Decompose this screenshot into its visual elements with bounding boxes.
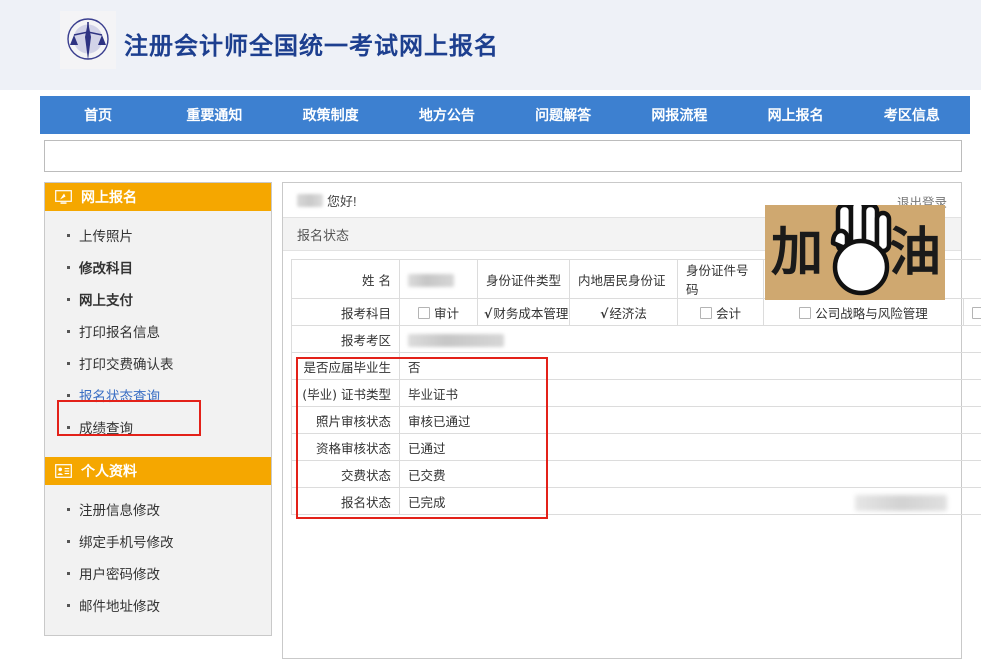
table-row-payment: 交费状态 已交费 [292, 461, 981, 488]
encouragement-sticker: 加 油 [765, 205, 945, 300]
label-certificate-type: (毕业) 证书类型 [292, 380, 400, 407]
table-row-subjects: 报考科目 审计 √财务成本管理 √经济法 会计 [292, 299, 981, 326]
table-row-certificate-type: (毕业) 证书类型 毕业证书 [292, 380, 981, 407]
subject-label-economic-law: 经济法 [609, 306, 647, 321]
label-id-type: 身份证件类型 [478, 260, 570, 299]
subject-label-audit: 审计 [434, 306, 459, 321]
sidebar-item-online-payment[interactable]: 网上支付 [45, 285, 271, 317]
sidebar-item-status-query[interactable]: 报名状态查询 [45, 381, 271, 413]
sidebar-item-register-info-edit[interactable]: 注册信息修改 [45, 495, 271, 527]
subject-label-financial-cost-mgmt: 财务成本管理 [493, 306, 568, 321]
subject-cell-tax-law[interactable]: 税法 [964, 299, 981, 326]
table-row-qualification-review: 资格审核状态 已通过 [292, 434, 981, 461]
sidebar-item-email-edit[interactable]: 邮件地址修改 [45, 591, 271, 623]
check-mark-icon-financial-cost-mgmt: √ [484, 306, 492, 321]
label-subjects: 报考科目 [292, 299, 400, 326]
monitor-icon [55, 190, 72, 205]
sidebar-header-online-signup: 网上报名 [45, 183, 271, 211]
label-photo-review-status: 照片审核状态 [292, 407, 400, 434]
id-card-icon [55, 464, 72, 479]
site-logo [60, 11, 116, 69]
sidebar-item-print-receipt[interactable]: 打印交费确认表 [45, 349, 271, 381]
checkbox-icon-tax-law[interactable] [972, 307, 981, 319]
value-payment-status: 已交费 [400, 461, 981, 488]
sidebar-list-online-signup: 上传照片 修改科目 网上支付 打印报名信息 打印交费确认表 报名状态查询 成绩查… [45, 211, 271, 457]
page-root: 注册会计师全国统一考试网上报名 首页 重要通知 政策制度 地方公告 问题解答 网… [0, 0, 981, 672]
redacted-user-name [297, 194, 323, 207]
table-row-photo-review: 照片审核状态 审核已通过 [292, 407, 981, 434]
subject-label-accounting: 会计 [716, 306, 741, 321]
value-exam-area [400, 326, 981, 353]
subject-label-corporate-strategy: 公司战略与风险管理 [815, 306, 928, 321]
subject-cell-financial-cost-mgmt[interactable]: √财务成本管理 [478, 299, 570, 326]
checkbox-icon-corporate-strategy[interactable] [799, 307, 811, 319]
nav-item-process[interactable]: 网报流程 [621, 96, 737, 134]
value-qualification-review-status: 已通过 [400, 434, 981, 461]
nav-item-notices[interactable]: 重要通知 [156, 96, 272, 134]
table-row-registration-status: 报名状态 已完成 [292, 488, 981, 515]
redacted-exam-area [408, 334, 504, 347]
sidebar-item-print-info[interactable]: 打印报名信息 [45, 317, 271, 349]
label-qualification-review-status: 资格审核状态 [292, 434, 400, 461]
label-registration-status: 报名状态 [292, 488, 400, 515]
label-payment-status: 交费状态 [292, 461, 400, 488]
nav-item-local-notices[interactable]: 地方公告 [389, 96, 505, 134]
checkbox-icon-accounting[interactable] [700, 307, 712, 319]
sidebar-block-online-signup: 网上报名 上传照片 修改科目 网上支付 打印报名信息 打印交费确认表 报名状态查… [45, 183, 271, 457]
sidebar-item-phone-edit[interactable]: 绑定手机号修改 [45, 527, 271, 559]
nav-item-policies[interactable]: 政策制度 [273, 96, 389, 134]
value-name [400, 260, 478, 299]
fist-hand-icon [821, 205, 899, 297]
sidebar-header-personal-info: 个人资料 [45, 457, 271, 485]
label-name: 姓 名 [292, 260, 400, 299]
subject-cell-economic-law[interactable]: √经济法 [570, 299, 678, 326]
page-bottom-spacer [0, 660, 981, 672]
value-certificate-type: 毕业证书 [400, 380, 981, 407]
check-mark-icon-economic-law: √ [600, 306, 608, 321]
sidebar-item-score-query[interactable]: 成绩查询 [45, 413, 271, 445]
label-is-fresh-graduate: 是否应届毕业生 [292, 353, 400, 380]
subject-cell-audit[interactable]: 审计 [400, 299, 478, 326]
value-registration-status: 已完成 [400, 488, 981, 515]
nav-item-online-signup[interactable]: 网上报名 [738, 96, 854, 134]
sidebar-header-label: 个人资料 [81, 461, 137, 481]
greeting-text: 您好! [327, 191, 357, 210]
nav-item-faq[interactable]: 问题解答 [505, 96, 621, 134]
redacted-footer-mark [855, 495, 947, 511]
sticker-left-char: 加 [771, 227, 823, 279]
checkbox-icon-audit[interactable] [418, 307, 430, 319]
sidebar-item-modify-subjects[interactable]: 修改科目 [45, 253, 271, 285]
sidebar-item-upload-photo[interactable]: 上传照片 [45, 221, 271, 253]
page-title: 注册会计师全国统一考试网上报名 [124, 26, 499, 61]
sidebar: 网上报名 上传照片 修改科目 网上支付 打印报名信息 打印交费确认表 报名状态查… [44, 182, 272, 636]
nav-item-home[interactable]: 首页 [40, 96, 156, 134]
registration-status-text: 已完成 [408, 495, 446, 510]
value-is-fresh-graduate: 否 [400, 353, 981, 380]
site-header: 注册会计师全国统一考试网上报名 [0, 0, 981, 90]
table-row-graduate: 是否应届毕业生 否 [292, 353, 981, 380]
value-id-type: 内地居民身份证 [570, 260, 678, 299]
sidebar-header-label: 网上报名 [81, 187, 137, 207]
subject-cell-corporate-strategy[interactable]: 公司战略与风险管理 [764, 299, 964, 326]
label-exam-area: 报考考区 [292, 326, 400, 353]
sidebar-item-password-edit[interactable]: 用户密码修改 [45, 559, 271, 591]
subject-cell-accounting[interactable]: 会计 [678, 299, 764, 326]
sidebar-block-personal-info: 个人资料 注册信息修改 绑定手机号修改 用户密码修改 邮件地址修改 [45, 457, 271, 635]
nav-item-exam-area[interactable]: 考区信息 [854, 96, 970, 134]
top-banner-panel [44, 140, 962, 172]
table-row-exam-area: 报考考区 [292, 326, 981, 353]
value-photo-review-status: 审核已通过 [400, 407, 981, 434]
cicpa-emblem-icon [64, 15, 112, 65]
main-navigation: 首页 重要通知 政策制度 地方公告 问题解答 网报流程 网上报名 考区信息 [40, 96, 970, 134]
label-id-number: 身份证件号码 [678, 260, 764, 299]
redacted-name-value [408, 274, 454, 287]
sidebar-list-personal-info: 注册信息修改 绑定手机号修改 用户密码修改 邮件地址修改 [45, 485, 271, 635]
